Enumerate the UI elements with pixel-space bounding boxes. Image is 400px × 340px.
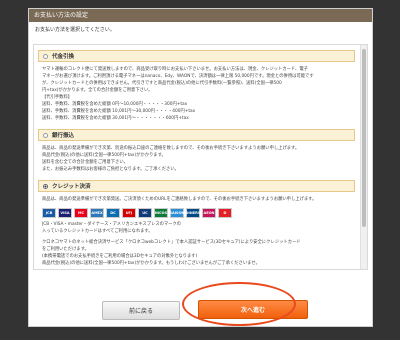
ufj-logo-icon: UFJ <box>122 208 136 218</box>
mastercard-logo-icon: MC <box>74 208 88 218</box>
method-title: 代金引換 <box>52 54 75 60</box>
scrollbar[interactable] <box>360 45 367 269</box>
amex-logo-icon: AMEX <box>90 208 104 218</box>
diners-logo-icon: DINERS <box>186 208 200 218</box>
method-bank-transfer[interactable]: 銀行振込 <box>38 129 355 141</box>
scrollbar-thumb[interactable] <box>362 49 366 227</box>
highlight-annotation <box>182 282 296 326</box>
saison-logo-icon: SAISON <box>170 208 184 218</box>
method-title: 銀行振込 <box>52 133 75 139</box>
method-credit-details: JCB・VISA・master・ダイナース・アメリカンエキスプレスのマークの 入… <box>42 222 301 266</box>
jcb-logo-icon: JCB <box>42 208 56 218</box>
method-cod-description: ヤマト運輸のコレクト便にて発送致しますので、商品受け取り時にお支払い下さいませ。… <box>42 67 314 121</box>
d-card-logo-icon: D <box>218 208 232 218</box>
radio-bank-transfer[interactable] <box>43 132 48 138</box>
instruction-text: お支払い方法を選択してください。 <box>35 27 115 33</box>
method-credit-description: 商品は、商品の発送準備ができ次第発送。ご決済頂くためのURLをご連絡致しますので… <box>42 197 317 202</box>
radio-cod[interactable] <box>43 53 48 59</box>
nicos-logo-icon: NICOS <box>154 208 168 218</box>
payment-dialog: お支払い方法の設定 お支払い方法を選択してください。 代金引換 ヤマト運輸のコレ… <box>28 8 373 327</box>
back-button[interactable]: 前に戻る <box>102 301 180 320</box>
payment-methods-list[interactable]: 代金引換 ヤマト運輸のコレクト便にて発送致しますので、商品受け取り時にお支払い下… <box>33 44 368 270</box>
uc-logo-icon: UC <box>138 208 152 218</box>
dialog-title: お支払い方法の設定 <box>29 9 372 22</box>
radio-credit-card[interactable] <box>43 183 48 189</box>
method-credit-card[interactable]: クレジット決済 <box>38 180 355 192</box>
method-bank-description: 商品は、商品の発送準備ができ次第、別途の振込口座のご連絡を致しますので、その後お… <box>42 146 300 172</box>
dc-logo-icon: DC <box>106 208 120 218</box>
method-cod[interactable]: 代金引換 <box>38 50 355 62</box>
aeon-logo-icon: AEON <box>202 208 216 218</box>
method-title: クレジット決済 <box>52 184 91 190</box>
card-logos: JCB VISA MC AMEX DC UFJ UC NICOS SAISON … <box>34 205 359 220</box>
visa-logo-icon: VISA <box>58 208 72 218</box>
